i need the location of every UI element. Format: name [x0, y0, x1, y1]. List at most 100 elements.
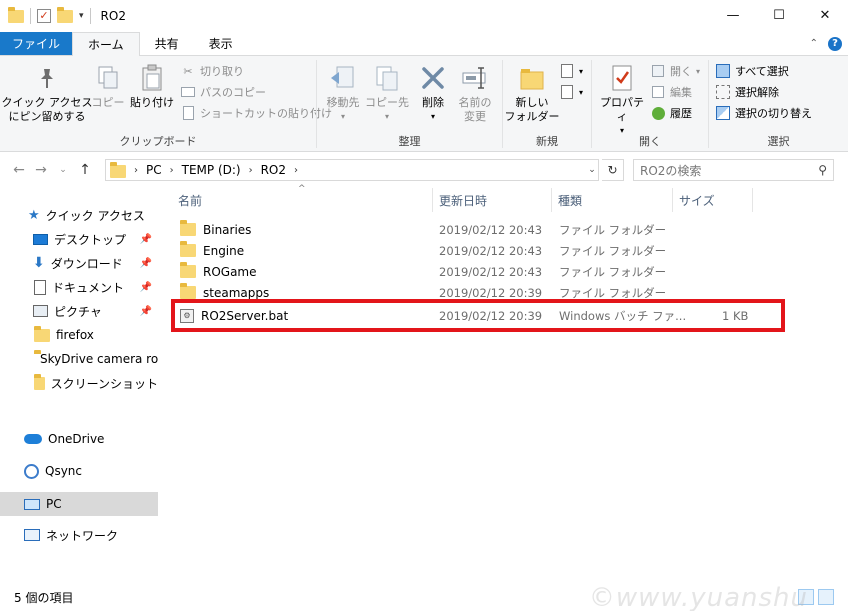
- nav-network[interactable]: ネットワーク: [0, 524, 158, 546]
- file-date: 2019/02/12 20:39: [439, 285, 543, 300]
- open-button[interactable]: 開く ▾: [650, 61, 700, 81]
- nav-item-label: デスクトップ: [54, 232, 127, 247]
- file-type: ファイル フォルダー: [559, 243, 667, 258]
- breadcrumb-separator-icon[interactable]: ›: [134, 165, 138, 176]
- file-row[interactable]: Binaries 2019/02/12 20:43 ファイル フォルダー: [172, 219, 782, 240]
- column-type-label: 種類: [558, 193, 583, 208]
- select-none-button[interactable]: 選択解除: [715, 82, 779, 102]
- easy-access-button[interactable]: ▾: [559, 82, 583, 102]
- tab-share[interactable]: 共有: [140, 32, 194, 55]
- copy-to-icon: [371, 62, 403, 94]
- search-input[interactable]: RO2の検索 ⚲: [633, 159, 834, 181]
- collapse-ribbon-icon[interactable]: ⌃: [810, 38, 818, 49]
- file-row[interactable]: ROGame 2019/02/12 20:43 ファイル フォルダー: [172, 261, 782, 282]
- clipboard-group-label: クリップボード: [119, 135, 197, 148]
- new-folder-button[interactable]: 新しい フォルダー: [505, 62, 560, 124]
- tab-file[interactable]: ファイル: [0, 32, 73, 55]
- new-group: 新しい フォルダー ▾ ▾ 新規: [503, 56, 591, 152]
- nav-item-desktop[interactable]: デスクトップ 📌: [0, 228, 158, 250]
- properties-check-icon[interactable]: ✓: [37, 9, 51, 23]
- nav-quick-access[interactable]: ★ クイック アクセス: [0, 204, 158, 226]
- nav-item-skydrive[interactable]: SkyDrive camera rol: [0, 348, 158, 370]
- paste-shortcut-button[interactable]: ショートカットの貼り付け: [180, 103, 332, 123]
- large-icons-view-icon[interactable]: [818, 589, 834, 605]
- copy-path-button[interactable]: パスのコピー: [180, 82, 266, 102]
- breadcrumb-folder[interactable]: RO2: [261, 163, 286, 177]
- ribbon: クイック アクセス にピン留めする コピー 貼り付け ✂ 切り取り パスのコピー…: [0, 56, 848, 152]
- delete-button[interactable]: 削除 ▾: [415, 62, 451, 124]
- column-divider[interactable]: [752, 188, 753, 212]
- forward-arrow-icon[interactable]: →: [30, 162, 52, 178]
- properties-icon: [606, 62, 638, 94]
- new-group-label: 新規: [536, 135, 558, 148]
- breadcrumb-drive[interactable]: TEMP (D:): [182, 163, 241, 177]
- select-all-button[interactable]: すべて選択: [715, 61, 789, 81]
- invert-selection-button[interactable]: 選択の切り替え: [715, 103, 812, 123]
- nav-item-documents[interactable]: ドキュメント 📌: [0, 276, 158, 298]
- nav-pc[interactable]: PC: [0, 492, 158, 516]
- cut-button[interactable]: ✂ 切り取り: [180, 61, 244, 81]
- up-arrow-icon[interactable]: ↑: [74, 162, 96, 178]
- column-header-date[interactable]: 更新日時: [433, 188, 551, 212]
- network-icon: [24, 529, 40, 541]
- tab-home[interactable]: ホーム: [72, 32, 140, 56]
- new-folder-icon[interactable]: [57, 6, 73, 23]
- pin-quick-access-button[interactable]: クイック アクセス にピン留めする: [2, 62, 92, 124]
- toolbar-divider: [89, 8, 91, 24]
- nav-item-downloads[interactable]: ⬇ ダウンロード 📌: [0, 252, 158, 274]
- ribbon-right-controls: ⌃ ?: [810, 32, 848, 55]
- breadcrumb-separator-icon[interactable]: ›: [294, 165, 298, 176]
- breadcrumb-pc[interactable]: PC: [146, 163, 162, 177]
- file-date: 2019/02/12 20:43: [439, 243, 543, 258]
- copy-button[interactable]: コピー: [90, 62, 126, 110]
- file-name: Binaries: [203, 222, 252, 237]
- paste-button[interactable]: 貼り付け: [128, 62, 176, 110]
- close-icon[interactable]: ✕: [802, 0, 848, 30]
- organize-group: 移動先 ▾ コピー先 ▾ 削除 ▾ 名前の 変更 整理: [317, 56, 502, 152]
- picture-icon: [33, 305, 48, 317]
- new-item-button[interactable]: ▾: [559, 61, 583, 81]
- rename-button[interactable]: 名前の 変更: [453, 62, 497, 124]
- move-to-label: 移動先: [326, 96, 360, 109]
- open-group-label: 開く: [639, 135, 661, 148]
- help-icon[interactable]: ?: [828, 36, 842, 51]
- edit-button[interactable]: 編集: [650, 82, 692, 102]
- breadcrumb-separator-icon[interactable]: ›: [249, 165, 253, 176]
- cut-label: 切り取り: [200, 65, 244, 78]
- edit-label: 編集: [670, 86, 692, 99]
- minimize-icon[interactable]: —: [710, 0, 756, 30]
- refresh-icon[interactable]: ↻: [602, 159, 624, 181]
- history-button[interactable]: 履歴: [650, 103, 692, 123]
- properties-label: プロパティ: [600, 96, 644, 123]
- back-arrow-icon[interactable]: ←: [8, 162, 30, 178]
- tab-view[interactable]: 表示: [194, 32, 248, 55]
- copy-to-button[interactable]: コピー先 ▾: [365, 62, 409, 124]
- column-header-type[interactable]: 種類: [552, 188, 672, 212]
- breadcrumb-separator-icon[interactable]: ›: [170, 165, 174, 176]
- nav-qsync[interactable]: Qsync: [0, 460, 158, 482]
- recent-locations-icon[interactable]: ⌄: [52, 165, 74, 175]
- file-type: ファイル フォルダー: [559, 264, 667, 279]
- nav-item-label: firefox: [56, 328, 94, 342]
- nav-item-pictures[interactable]: ピクチャ 📌: [0, 300, 158, 322]
- delete-label: 削除: [422, 96, 444, 109]
- nav-item-screenshots[interactable]: スクリーンショット: [0, 372, 158, 394]
- customize-toolbar-dropdown-icon[interactable]: ▾: [79, 11, 84, 21]
- new-folder-icon: [516, 62, 548, 94]
- move-to-button[interactable]: 移動先 ▾: [321, 62, 365, 124]
- address-dropdown-icon[interactable]: ⌄: [583, 159, 601, 181]
- maximize-icon[interactable]: ☐: [756, 0, 802, 30]
- nav-onedrive[interactable]: OneDrive: [0, 428, 158, 450]
- column-header-name[interactable]: 名前: [172, 188, 432, 212]
- rename-icon: [459, 62, 491, 94]
- star-icon: ★: [28, 207, 40, 223]
- folder-icon: [180, 241, 196, 257]
- properties-button[interactable]: プロパティ ▾: [596, 62, 648, 138]
- column-header-size[interactable]: サイズ: [673, 188, 753, 212]
- folder-icon: [180, 283, 196, 299]
- file-row[interactable]: Engine 2019/02/12 20:43 ファイル フォルダー: [172, 240, 782, 261]
- pin-icon: 📌: [139, 305, 152, 317]
- nav-item-firefox[interactable]: firefox: [0, 324, 158, 346]
- address-bar[interactable]: › PC › TEMP (D:) › RO2 ›: [105, 159, 599, 181]
- column-name-label: 名前: [178, 193, 203, 208]
